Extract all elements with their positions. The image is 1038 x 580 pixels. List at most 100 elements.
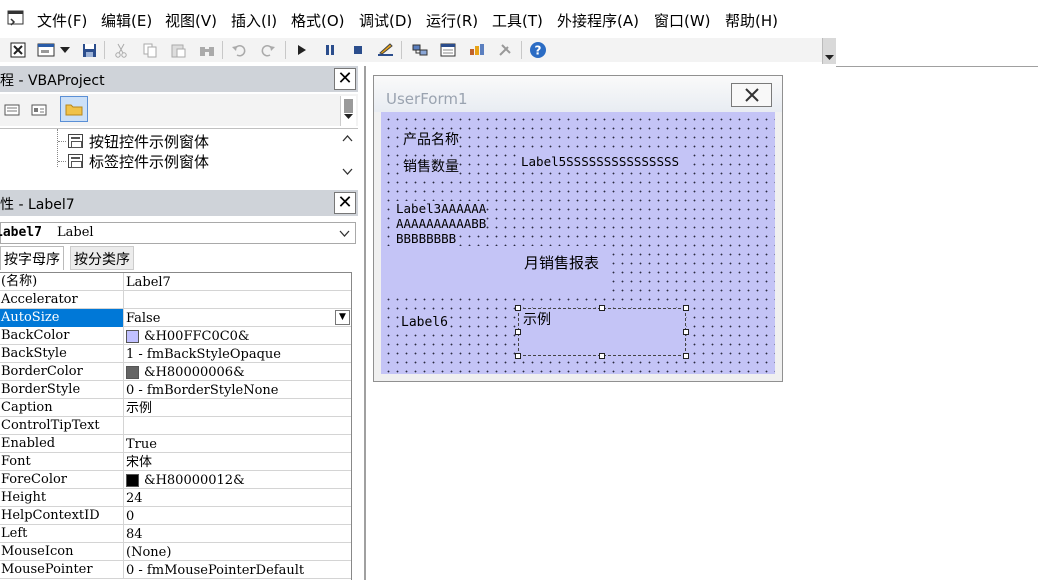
property-row[interactable]: (名称) Label7 — [0, 273, 351, 291]
property-row[interactable]: MousePointer 0 - fmMousePointerDefault — [0, 561, 351, 579]
close-icon[interactable]: ✕ — [334, 192, 356, 214]
property-value[interactable]: &H00FFC0C0& — [125, 327, 352, 345]
toolbar-scroll-icon[interactable] — [340, 96, 356, 126]
menu-addins[interactable]: 外接程序(A) — [557, 10, 639, 31]
object-browser-icon[interactable] — [466, 40, 486, 60]
property-row[interactable]: HelpContextID 0 — [0, 507, 351, 525]
property-value[interactable]: 0 - fmMousePointerDefault — [125, 561, 352, 579]
menu-debug[interactable]: 调试(D) — [359, 10, 412, 31]
resize-handle[interactable] — [683, 305, 689, 311]
menu-format[interactable]: 格式(O) — [291, 10, 345, 31]
property-value[interactable]: False ▼ — [125, 309, 352, 327]
userform-designer[interactable]: UserForm1 产品名称 销售数量 Label5SSSSSSSSSSSSSS… — [373, 75, 783, 382]
insert-userform-icon[interactable] — [36, 40, 56, 60]
redo-icon[interactable] — [258, 40, 278, 60]
property-value[interactable]: 1 - fmBackStyleOpaque — [125, 345, 352, 363]
object-selector[interactable]: Label7 Label — [0, 222, 356, 244]
property-row[interactable]: BackColor &H00FFC0C0& — [0, 327, 351, 345]
reset-icon[interactable] — [348, 40, 368, 60]
close-icon[interactable] — [731, 83, 772, 107]
toolbar-options-grip[interactable] — [822, 38, 836, 64]
tree-item-label-form[interactable]: 标签控件示例窗体 — [68, 151, 209, 171]
design-mode-icon[interactable] — [375, 40, 395, 60]
label3-line3[interactable]: BBBBBBBB — [396, 231, 457, 246]
resize-handle[interactable] — [683, 353, 689, 359]
label6[interactable]: Label6 — [401, 315, 448, 330]
property-row[interactable]: BackStyle 1 - fmBackStyleOpaque — [0, 345, 351, 363]
property-row[interactable]: Font 宋体 — [0, 453, 351, 471]
property-value[interactable]: 宋体 — [125, 453, 352, 471]
property-value[interactable]: 0 - fmBorderStyleNone — [125, 381, 352, 399]
label3-line1[interactable]: Label3AAAAAA — [396, 201, 487, 216]
resize-handle[interactable] — [515, 305, 521, 311]
resize-handle[interactable] — [515, 353, 521, 359]
menu-edit[interactable]: 编辑(E) — [101, 10, 152, 31]
menu-view[interactable]: 视图(V) — [165, 10, 217, 31]
property-row[interactable]: ForeColor &H80000012& — [0, 471, 351, 489]
label3-line2[interactable]: AAAAAAAAAABB — [396, 216, 487, 231]
property-row[interactable]: Caption 示例 — [0, 399, 351, 417]
property-value[interactable]: &H80000012& — [125, 471, 352, 489]
property-row[interactable]: ControlTipText — [0, 417, 351, 435]
property-value[interactable] — [125, 291, 352, 309]
view-code-icon[interactable] — [2, 100, 22, 120]
property-value[interactable]: 84 — [125, 525, 352, 543]
property-value[interactable]: &H80000006& — [125, 363, 352, 381]
tab-alphabetic[interactable]: 按字母序 — [0, 246, 64, 270]
menu-insert[interactable]: 插入(I) — [231, 10, 277, 31]
copy-icon[interactable] — [140, 40, 160, 60]
tab-categorized[interactable]: 按分类序 — [70, 246, 134, 270]
dropdown-arrow-icon[interactable]: ▼ — [335, 310, 350, 325]
label7-selected[interactable]: 示例 — [515, 305, 689, 359]
tree-scrollbar[interactable] — [340, 129, 356, 185]
dropdown-arrow-icon[interactable] — [58, 40, 72, 60]
property-row[interactable]: AutoSize False ▼ — [0, 309, 351, 327]
menu-file[interactable]: 文件(F) — [37, 10, 87, 31]
label-monthly-report[interactable]: 月销售报表 — [524, 255, 600, 271]
cut-icon[interactable] — [111, 40, 131, 60]
properties-window-icon[interactable] — [438, 40, 458, 60]
menu-help[interactable]: 帮助(H) — [725, 10, 778, 31]
menu-run[interactable]: 运行(R) — [426, 10, 478, 31]
userform-client-area[interactable]: 产品名称 销售数量 Label5SSSSSSSSSSSSSSS Label3AA… — [381, 112, 775, 374]
property-row[interactable]: Left 84 — [0, 525, 351, 543]
resize-handle[interactable] — [515, 329, 521, 335]
property-row[interactable]: Enabled True — [0, 435, 351, 453]
resize-handle[interactable] — [599, 353, 605, 359]
run-icon[interactable] — [292, 40, 312, 60]
tree-item-button-form[interactable]: 按钮控件示例窗体 — [68, 131, 209, 151]
label-product-name[interactable]: 产品名称 — [403, 132, 459, 148]
property-value[interactable]: 示例 — [125, 399, 352, 417]
resize-handle[interactable] — [683, 329, 689, 335]
resize-handle[interactable] — [599, 305, 605, 311]
find-icon[interactable] — [197, 40, 217, 60]
property-value[interactable]: 0 — [125, 507, 352, 525]
property-value[interactable]: 24 — [125, 489, 352, 507]
menu-tools[interactable]: 工具(T) — [492, 10, 543, 31]
view-excel-icon[interactable] — [8, 40, 28, 60]
view-object-icon[interactable] — [29, 100, 49, 120]
menu-window[interactable]: 窗口(W) — [654, 10, 711, 31]
pane-splitter[interactable] — [364, 66, 366, 580]
toggle-folders-icon[interactable] — [60, 96, 88, 122]
undo-icon[interactable] — [229, 40, 249, 60]
property-row[interactable]: BorderStyle 0 - fmBorderStyleNone — [0, 381, 351, 399]
help-icon[interactable]: ? — [528, 40, 548, 60]
property-value[interactable]: Label7 — [125, 273, 352, 291]
property-value[interactable]: True — [125, 435, 352, 453]
property-value[interactable]: (None) — [125, 543, 352, 561]
property-row[interactable]: BorderColor &H80000006& — [0, 363, 351, 381]
property-name: Enabled — [0, 435, 124, 453]
property-row[interactable]: Height 24 — [0, 489, 351, 507]
paste-icon[interactable] — [168, 40, 188, 60]
close-icon[interactable]: ✕ — [334, 68, 356, 90]
property-row[interactable]: Accelerator — [0, 291, 351, 309]
label-sales-qty[interactable]: 销售数量 — [403, 159, 459, 175]
toolbox-icon[interactable] — [495, 40, 515, 60]
property-row[interactable]: MouseIcon (None) — [0, 543, 351, 561]
save-icon[interactable] — [79, 40, 99, 60]
break-icon[interactable] — [320, 40, 340, 60]
label5[interactable]: Label5SSSSSSSSSSSSSSS — [521, 154, 693, 169]
property-value[interactable] — [125, 417, 352, 435]
project-explorer-icon[interactable] — [410, 40, 430, 60]
